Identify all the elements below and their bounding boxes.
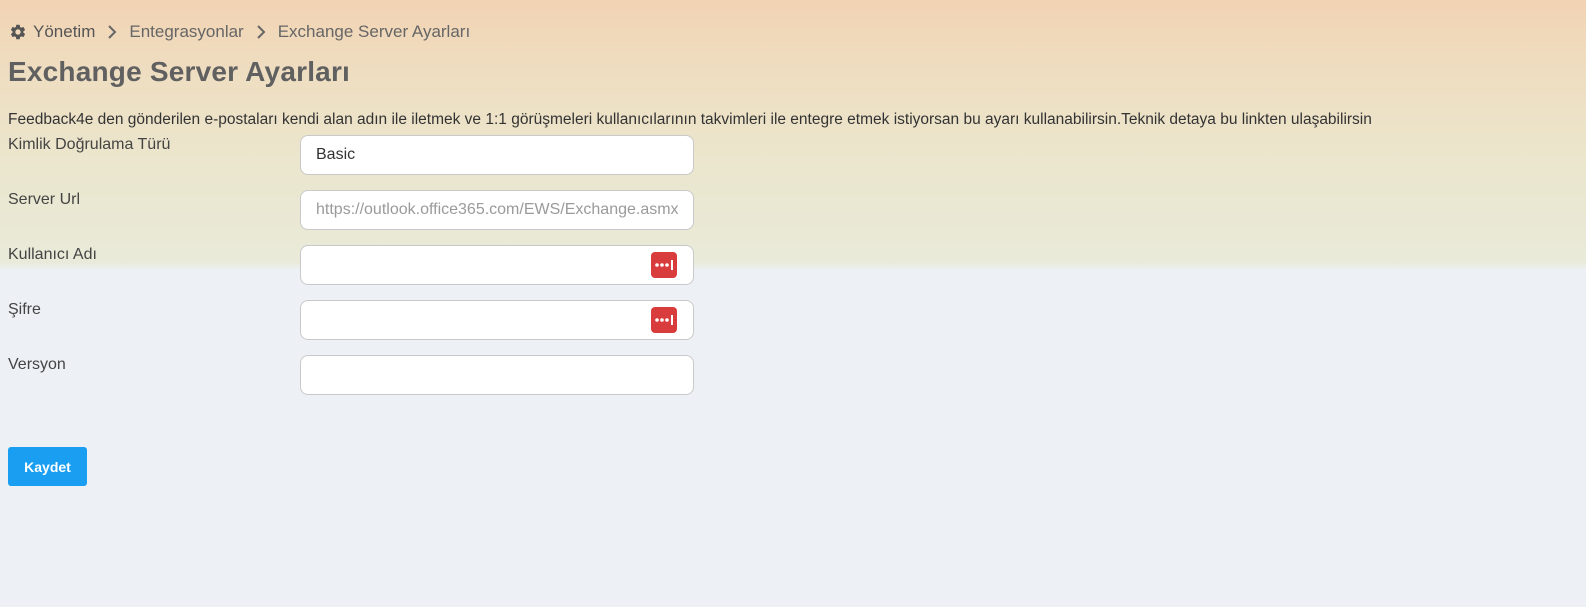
username-label: Kullanıcı Adı <box>8 246 97 263</box>
version-input[interactable] <box>300 355 694 395</box>
server-url-label: Server Url <box>8 191 81 208</box>
breadcrumb-integrations-link[interactable]: Entegrasyonlar <box>129 22 243 42</box>
breadcrumb: Yönetim Entegrasyonlar Exchange Server A… <box>9 20 470 44</box>
username-input[interactable] <box>300 245 694 285</box>
breadcrumb-current: Exchange Server Ayarları <box>277 22 471 41</box>
page-description: Feedback4e den gönderilen e-postaları ke… <box>8 111 1372 128</box>
password-label: Şifre <box>8 301 41 318</box>
auth-type-label: Kimlik Doğrulama Türü <box>8 136 171 153</box>
password-manager-icon[interactable] <box>651 252 677 278</box>
auth-type-select[interactable]: Basic <box>300 135 694 175</box>
server-url-input[interactable] <box>300 190 694 230</box>
chevron-right-icon <box>101 21 123 43</box>
password-manager-icon[interactable] <box>651 307 677 333</box>
chevron-right-icon <box>250 21 272 43</box>
auth-type-value: Basic <box>316 146 356 163</box>
save-button[interactable]: Kaydet <box>8 447 87 486</box>
password-input[interactable] <box>300 300 694 340</box>
version-label: Versyon <box>8 356 66 373</box>
breadcrumb-home-link[interactable]: Yönetim <box>33 22 95 42</box>
page-title: Exchange Server Ayarları <box>8 56 351 87</box>
gear-icon <box>9 23 27 41</box>
